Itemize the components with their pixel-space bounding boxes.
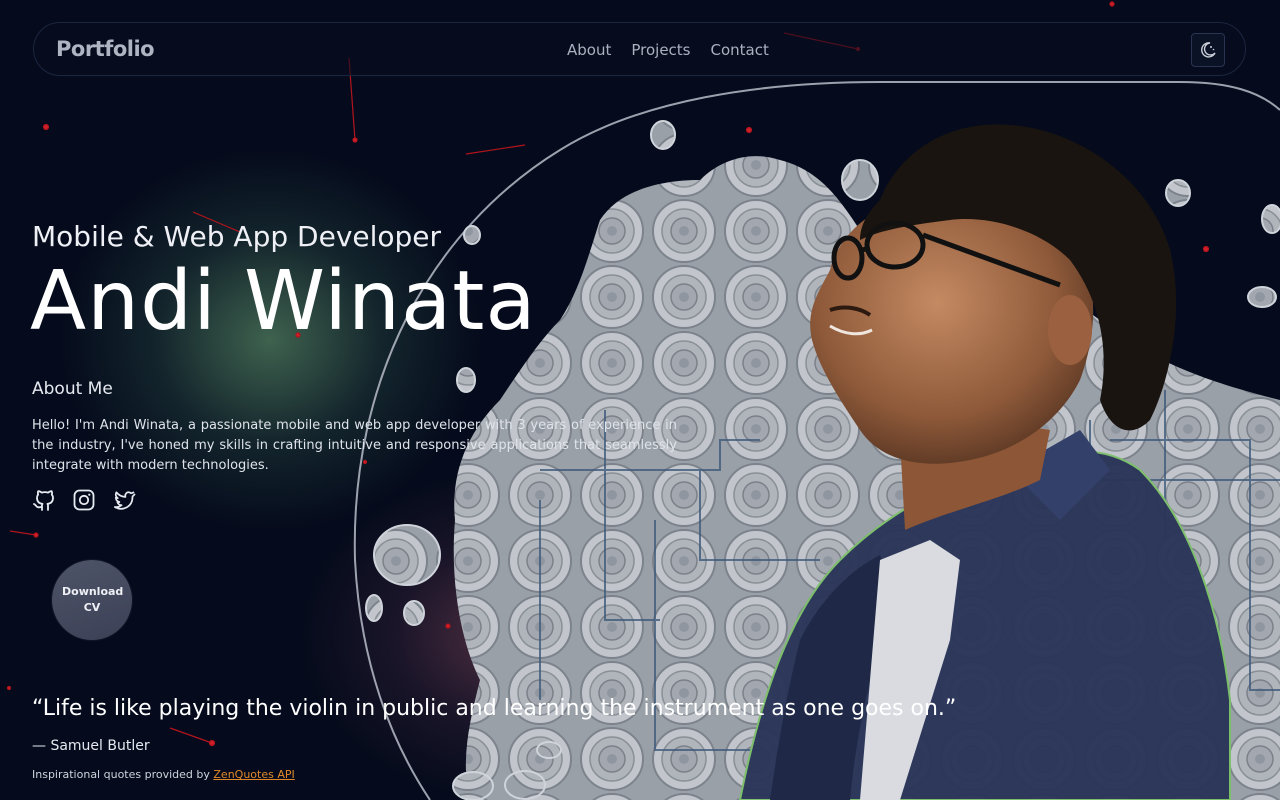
instagram-icon[interactable] [72, 488, 96, 512]
hero-name: Andi Winata [30, 254, 537, 349]
nav-link-contact[interactable]: Contact [711, 41, 769, 59]
quote-author: — Samuel Butler [32, 738, 150, 754]
top-navbar: Portfolio About Projects Contact [33, 22, 1246, 76]
nav-links: About Projects Contact [567, 41, 769, 59]
zenquotes-api-link[interactable]: ZenQuotes API [213, 768, 294, 781]
quote-credit-prefix: Inspirational quotes provided by [32, 768, 214, 781]
theme-toggle-button[interactable] [1191, 33, 1225, 67]
download-cv-label: Download CV [62, 585, 124, 614]
twitter-icon[interactable] [112, 488, 136, 512]
nav-link-about[interactable]: About [567, 41, 611, 59]
quote-text: “Life is like playing the violin in publ… [32, 696, 957, 721]
moon-icon [1201, 42, 1216, 58]
github-icon[interactable] [32, 488, 56, 512]
about-heading: About Me [32, 379, 113, 399]
quote-credit: Inspirational quotes provided by ZenQuot… [32, 768, 295, 781]
about-text: Hello! I'm Andi Winata, a passionate mob… [32, 418, 677, 473]
nav-link-projects[interactable]: Projects [631, 41, 690, 59]
hero-subtitle: Mobile & Web App Developer [32, 220, 442, 253]
download-cv-button[interactable]: Download CV [52, 560, 132, 640]
brand-logo[interactable]: Portfolio [56, 37, 155, 61]
social-links [32, 488, 136, 512]
